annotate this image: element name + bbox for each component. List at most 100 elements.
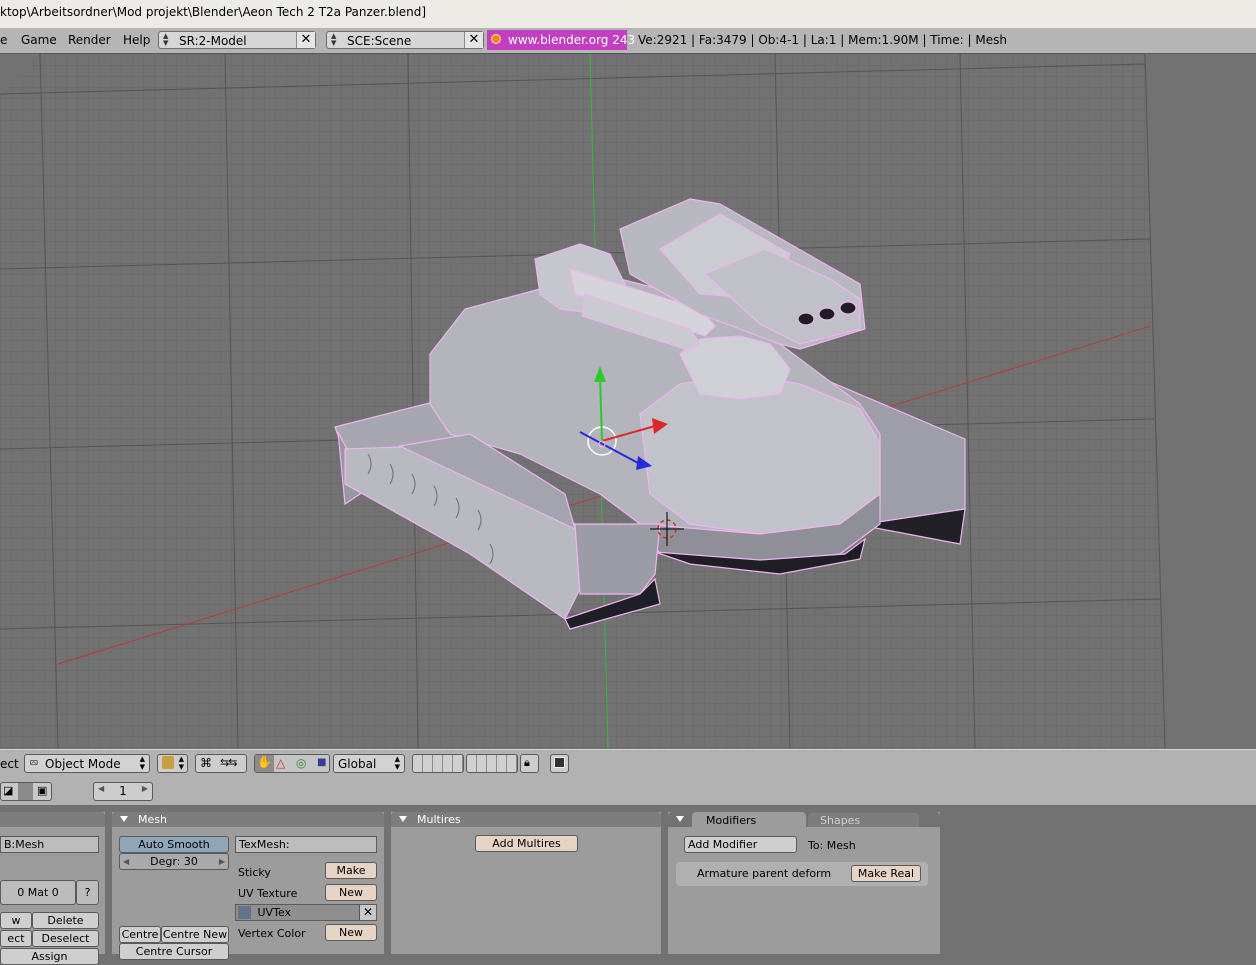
collapse-triangle-icon[interactable] (676, 816, 684, 822)
hand-icon[interactable]: ✋ (255, 755, 274, 772)
mode-selector[interactable]: ⮹ Object Mode ▲ ▼ (24, 754, 150, 773)
armature-deform-label: Armature parent deform (697, 867, 832, 880)
armature-modifier-box: Armature parent deform Make Real (676, 862, 928, 886)
vertex-color-label: Vertex Color (238, 927, 306, 940)
rotate-icon[interactable]: ◎ (296, 756, 306, 770)
layer-buttons-2[interactable] (466, 754, 518, 773)
orientation-selector[interactable]: Global ▲ ▼ (333, 754, 405, 773)
scale-icon[interactable]: ■ (317, 757, 326, 768)
3d-viewport[interactable] (0, 54, 1256, 748)
uvtex-name[interactable]: UVTex (258, 906, 292, 919)
multires-panel-header[interactable]: Multires (391, 812, 661, 827)
degree-decrement-icon[interactable]: ◀ (123, 854, 129, 869)
menu-game[interactable]: Game (21, 33, 57, 47)
scene-name[interactable]: SCE:Scene (347, 34, 411, 48)
add-modifier-button[interactable]: Add Modifier (684, 836, 797, 853)
screen-name[interactable]: SR:2-Model (179, 34, 247, 48)
multires-panel-title: Multires (417, 813, 461, 826)
buttons-panels-area: B:Mesh 0 Mat 0 ? w Delete ect Deselect A… (0, 806, 1256, 965)
frame-number-field[interactable]: ◀ 1 ▶ (93, 782, 153, 801)
smooth-degree-value[interactable]: Degr: 30 (150, 855, 198, 868)
buttons-window-header: ◪ ▣ ◀ 1 ▶ (0, 777, 1256, 806)
render-preview-button[interactable] (550, 754, 569, 773)
screen-selector[interactable]: ▲ ▼ SR:2-Model ✕ (158, 31, 316, 49)
object-mode-icon: ⮹ (29, 756, 39, 770)
mode-arrows-icon: ▲ ▼ (139, 755, 145, 771)
material-delete-button[interactable]: Delete (32, 912, 99, 929)
editing-context-icon[interactable]: ◪ (3, 784, 13, 797)
texmesh-field[interactable]: TexMesh: (235, 836, 377, 853)
make-real-button[interactable]: Make Real (851, 865, 921, 882)
window-title: ktop\Arbeitsordner\Mod projekt\Blender\A… (0, 5, 427, 19)
pivot-icon: ⌘ (200, 756, 212, 770)
draw-type-arrows-icon: ▲ ▼ (178, 755, 184, 771)
mesh-panel-header[interactable]: Mesh (112, 812, 384, 827)
multires-panel: Multires Add Multires (391, 812, 661, 954)
vertex-color-new-button[interactable]: New (325, 924, 377, 941)
mesh-name-field[interactable]: B:Mesh (0, 836, 99, 853)
viewport-canvas[interactable] (0, 54, 1256, 748)
blender-version[interactable]: www.blender.org 243 (508, 33, 635, 47)
auto-smooth-toggle[interactable]: Auto Smooth (119, 836, 229, 853)
centre-new-button[interactable]: Centre New (161, 926, 229, 943)
layer-buttons-1[interactable] (412, 754, 464, 773)
tab-shapes[interactable]: Shapes (808, 813, 919, 827)
orientation-label[interactable]: Global (338, 757, 376, 771)
material-deselect-button[interactable]: Deselect (32, 930, 99, 947)
collapse-triangle-icon[interactable] (399, 816, 407, 822)
3d-view-header: ect ⮹ Object Mode ▲ ▼ ▲ ▼ ⌘ ⇆⇆ ✋ △ ◎ ■ Glo… (0, 749, 1256, 778)
modifiers-panel: Modifiers Shapes Add Modifier To: Mesh A… (668, 812, 940, 954)
scene-browse-icon[interactable]: ▲ ▼ (331, 33, 336, 47)
modifiers-panel-header: Modifiers Shapes (668, 812, 940, 828)
smooth-degree-field[interactable]: ◀ Degr: 30 ▶ (119, 853, 229, 870)
draw-type-icon (162, 756, 174, 769)
menu-file[interactable]: e (0, 33, 7, 47)
render-icon (554, 757, 565, 768)
degree-increment-icon[interactable]: ▶ (219, 854, 225, 869)
menu-select[interactable]: ect (0, 757, 19, 771)
link-materials-header[interactable] (0, 812, 105, 827)
manipulator-buttons[interactable]: ✋ △ ◎ ■ (254, 754, 330, 773)
lock-icon: 🔒︎ (524, 756, 530, 769)
context-buttons[interactable]: ◪ ▣ (0, 782, 52, 801)
translate-icon[interactable]: △ (276, 756, 285, 770)
mesh-panel-title: Mesh (138, 813, 167, 826)
shading-context-icon[interactable]: ▣ (37, 784, 47, 797)
menu-render[interactable]: Render (68, 33, 111, 47)
tab-modifiers[interactable]: Modifiers (692, 812, 806, 828)
add-multires-button[interactable]: Add Multires (475, 835, 578, 852)
mesh-panel: Mesh Auto Smooth ◀ Degr: 30 ▶ TexMesh: S… (112, 812, 384, 960)
screen-browse-icon[interactable]: ▲ ▼ (163, 33, 168, 47)
material-new-button[interactable]: w (0, 912, 32, 929)
object-context-icon[interactable] (18, 783, 33, 800)
uvtex-layer[interactable]: UVTex ✕ (235, 904, 377, 921)
material-help-button[interactable]: ? (76, 880, 99, 905)
lock-layer-button[interactable]: 🔒︎ (520, 754, 539, 773)
material-select-button[interactable]: ect (0, 930, 32, 947)
orientation-arrows-icon: ▲ ▼ (394, 755, 400, 771)
scene-stats: Ve:2921 | Fa:3479 | Ob:4-1 | La:1 | Mem:… (638, 33, 1007, 47)
uvtex-delete-icon[interactable]: ✕ (359, 905, 376, 920)
menu-help[interactable]: Help (123, 33, 150, 47)
uvtex-active-icon[interactable] (238, 906, 251, 919)
centre-cursor-button[interactable]: Centre Cursor (119, 943, 229, 960)
sticky-make-button[interactable]: Make (325, 862, 377, 879)
tab-modifiers-label[interactable]: Modifiers (706, 814, 756, 827)
collapse-triangle-icon[interactable] (120, 816, 128, 822)
blender-logo-link[interactable]: www.blender.org 243 (487, 30, 635, 50)
draw-type-selector[interactable]: ▲ ▼ (157, 754, 188, 773)
snap-icon: ⇆⇆ (220, 756, 237, 769)
centre-button[interactable]: Centre (119, 926, 161, 943)
frame-increment-icon[interactable]: ▶ (142, 784, 148, 793)
mode-label[interactable]: Object Mode (45, 757, 121, 771)
window-title-bar: ktop\Arbeitsordner\Mod projekt\Blender\A… (0, 0, 1256, 29)
uv-texture-new-button[interactable]: New (325, 884, 377, 901)
tab-shapes-label[interactable]: Shapes (820, 814, 860, 827)
material-index-field[interactable]: 0 Mat 0 (0, 880, 76, 905)
scene-delete-icon[interactable]: ✕ (464, 32, 483, 48)
screen-delete-icon[interactable]: ✕ (296, 32, 315, 48)
material-assign-button[interactable]: Assign (0, 948, 99, 965)
sticky-label: Sticky (238, 866, 271, 879)
pivot-selector[interactable]: ⌘ ⇆⇆ (195, 754, 247, 773)
scene-selector[interactable]: ▲ ▼ SCE:Scene ✕ (326, 31, 484, 49)
